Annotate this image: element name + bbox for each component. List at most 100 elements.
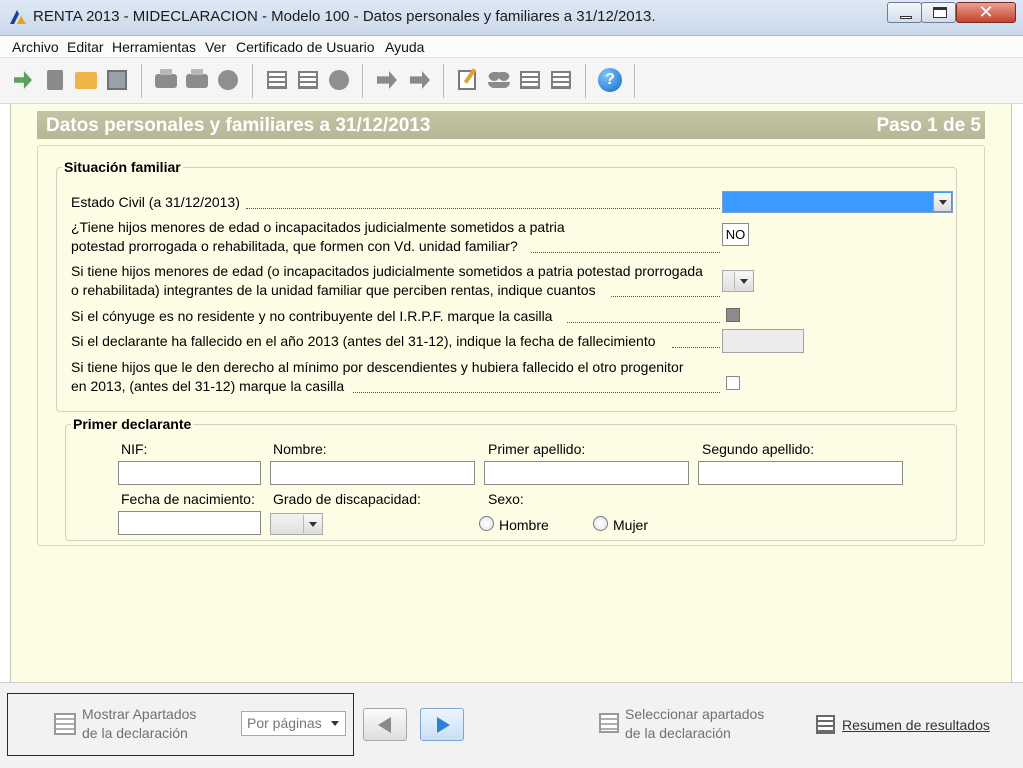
print-preview-button[interactable] xyxy=(185,68,209,92)
menu-ver[interactable]: Ver xyxy=(205,39,226,55)
hombre-radio[interactable] xyxy=(479,516,494,531)
step-indicator: Paso 1 de 5 xyxy=(876,115,981,136)
toolbar: ? xyxy=(0,58,1023,104)
seleccionar-apartados-button[interactable]: Seleccionar apartados xyxy=(625,705,764,724)
hijos-value-field[interactable]: NO xyxy=(722,223,749,246)
rentas-count-select[interactable] xyxy=(722,270,754,292)
menu-herramientas[interactable]: Herramientas xyxy=(112,39,196,55)
minimize-icon xyxy=(900,16,912,19)
menu-bar: Archivo Editar Herramientas Ver Certific… xyxy=(0,36,1023,58)
group-title: Situación familiar xyxy=(62,159,183,175)
mujer-label: Mujer xyxy=(613,517,649,533)
toolbar-separator xyxy=(141,64,142,98)
fallecido-question: Si el declarante ha fallecido en el año … xyxy=(71,333,656,349)
mostrar-apartados-line2: de la declaración xyxy=(82,725,188,741)
segundo-apellido-input[interactable] xyxy=(698,461,903,485)
pager-mode-value: Por páginas xyxy=(247,715,322,731)
arrow-left-icon xyxy=(378,717,391,733)
close-button[interactable]: ✕ xyxy=(956,2,1016,23)
group-title: Primer declarante xyxy=(71,416,194,432)
sections-icon xyxy=(54,713,76,735)
toolbar-separator xyxy=(443,64,444,98)
nif-input[interactable] xyxy=(118,461,261,485)
section-title: Datos personales y familiares a 31/12/20… xyxy=(46,115,431,136)
toolbar-separator xyxy=(634,64,635,98)
leader-dots xyxy=(567,322,720,323)
conyuge-question: Si el cónyuge es no residente y no contr… xyxy=(71,308,553,324)
nombre-input[interactable] xyxy=(270,461,475,485)
progenitor-question-line1: Si tiene hijos que le den derecho al mín… xyxy=(71,359,684,375)
info-button[interactable] xyxy=(327,68,351,92)
chevron-down-icon xyxy=(326,714,344,733)
people-icon xyxy=(488,72,510,88)
edit-button[interactable] xyxy=(456,68,480,92)
print-button[interactable] xyxy=(154,68,178,92)
hijos-question-line1: ¿Tiene hijos menores de edad o incapacit… xyxy=(71,219,565,235)
forward-button[interactable] xyxy=(375,68,399,92)
table-icon xyxy=(551,71,571,89)
section-header: Datos personales y familiares a 31/12/20… xyxy=(37,111,985,139)
fecha-nacimiento-input[interactable] xyxy=(118,511,261,535)
segundo-apellido-label: Segundo apellido: xyxy=(702,441,815,457)
next-document-button[interactable] xyxy=(408,68,432,92)
menu-ayuda[interactable]: Ayuda xyxy=(385,39,424,55)
mujer-radio[interactable] xyxy=(593,516,608,531)
leader-dots xyxy=(531,252,720,253)
toolbar-separator xyxy=(585,64,586,98)
validate-button[interactable] xyxy=(265,68,289,92)
leader-dots xyxy=(611,296,720,297)
primer-apellido-label: Primer apellido: xyxy=(488,441,586,457)
validate-icon xyxy=(267,71,287,89)
menu-archivo[interactable]: Archivo xyxy=(12,39,59,55)
exit-icon xyxy=(14,71,32,89)
main-content: Datos personales y familiares a 31/12/20… xyxy=(10,104,1012,682)
arrow-right-icon xyxy=(437,717,450,733)
hijos-question-line2: potestad prorrogada o rehabilitada, que … xyxy=(71,238,518,254)
pager-mode-select[interactable]: Por páginas xyxy=(241,711,346,736)
previous-page-button[interactable] xyxy=(363,708,407,741)
calculator-icon xyxy=(298,71,318,89)
maximize-button[interactable] xyxy=(921,2,956,23)
exit-button[interactable] xyxy=(12,68,36,92)
table-button[interactable] xyxy=(549,68,573,92)
help-button[interactable]: ? xyxy=(598,68,622,92)
list-icon xyxy=(520,71,540,89)
toolbar-separator xyxy=(252,64,253,98)
fecha-fallecimiento-input[interactable] xyxy=(722,329,804,353)
estado-civil-select[interactable] xyxy=(722,191,953,213)
nombre-label: Nombre: xyxy=(273,441,327,457)
app-logo-icon xyxy=(10,10,26,24)
footer-bar: Mostrar Apartados de la declaración Por … xyxy=(0,682,1023,768)
minimize-button[interactable] xyxy=(887,2,922,23)
send-button[interactable] xyxy=(216,68,240,92)
people-button[interactable] xyxy=(487,68,511,92)
info-icon xyxy=(329,70,349,90)
rentas-question-line1: Si tiene hijos menores de edad (o incapa… xyxy=(71,263,703,279)
resumen-resultados-link[interactable]: Resumen de resultados xyxy=(842,717,990,733)
edit-icon xyxy=(458,70,476,90)
nif-label: NIF: xyxy=(121,441,148,457)
progenitor-checkbox[interactable] xyxy=(726,376,740,390)
close-icon: ✕ xyxy=(978,2,994,22)
save-button[interactable] xyxy=(105,68,129,92)
fecha-nacimiento-label: Fecha de nacimiento: xyxy=(121,491,255,507)
discapacidad-select[interactable] xyxy=(270,513,323,535)
chevron-down-icon xyxy=(734,272,752,290)
print-icon xyxy=(155,69,177,88)
next-document-icon xyxy=(410,71,430,89)
open-folder-icon xyxy=(75,72,97,89)
menu-certificado[interactable]: Certificado de Usuario xyxy=(236,39,375,55)
list-button[interactable] xyxy=(518,68,542,92)
leader-dots xyxy=(246,208,720,209)
mostrar-apartados-button[interactable]: Mostrar Apartados xyxy=(82,705,196,724)
rentas-question-line2: o rehabilitada) integrantes de la unidad… xyxy=(71,282,596,298)
new-document-button[interactable] xyxy=(43,68,67,92)
primer-apellido-input[interactable] xyxy=(484,461,689,485)
progenitor-question-line2: en 2013, (antes del 31-12) marque la cas… xyxy=(71,378,345,394)
calculator-button[interactable] xyxy=(296,68,320,92)
menu-editar[interactable]: Editar xyxy=(67,39,104,55)
conyuge-checkbox[interactable] xyxy=(726,308,740,322)
next-page-button[interactable] xyxy=(420,708,464,741)
open-button[interactable] xyxy=(74,68,98,92)
leader-dots xyxy=(672,347,720,348)
